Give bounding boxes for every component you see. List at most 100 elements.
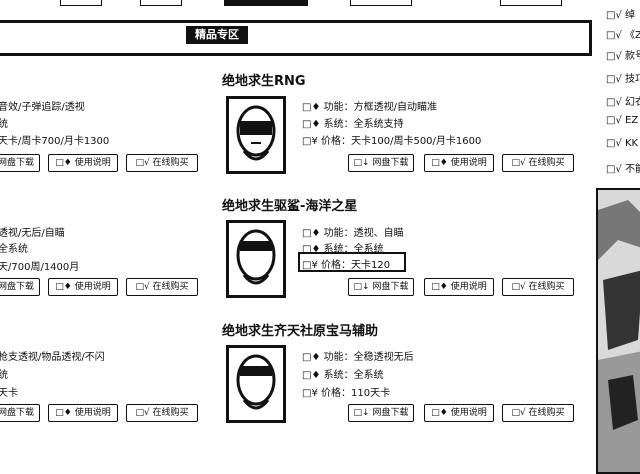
- buy-button[interactable]: □√ 在线购买: [502, 154, 574, 172]
- cart-icon: □√: [135, 408, 153, 418]
- product-title[interactable]: 绝地求生驱鲨-海洋之星: [222, 195, 357, 214]
- cart-icon: □√: [511, 282, 529, 292]
- buy-button[interactable]: □√ 在线购买: [126, 404, 198, 422]
- func-value: 透视、自瞄: [353, 228, 404, 239]
- system-icon: □♦: [302, 119, 324, 130]
- sidebar-link[interactable]: □√ EZ: [606, 115, 638, 126]
- download-button[interactable]: □↓ 网盘下载: [348, 404, 414, 422]
- buy-button[interactable]: □√ 在线购买: [502, 404, 574, 422]
- partial-system-value: 统: [0, 119, 8, 130]
- guide-icon: □♦: [431, 158, 451, 168]
- partial-button[interactable]: [500, 0, 562, 6]
- guide-button[interactable]: □♦ 使用说明: [48, 278, 118, 296]
- sidebar-link[interactable]: □√ 款号: [606, 47, 640, 62]
- sidebar-link[interactable]: □√ 技巧: [606, 70, 640, 85]
- bullet-icon: □√: [606, 51, 625, 62]
- guide-button[interactable]: □♦ 使用说明: [424, 404, 494, 422]
- guide-button[interactable]: □♦ 使用说明: [424, 154, 494, 172]
- cart-icon: □√: [135, 158, 153, 168]
- partial-button[interactable]: [60, 0, 102, 6]
- price-icon: □¥: [302, 260, 321, 271]
- sidebar-link[interactable]: □√ 绰: [606, 6, 635, 21]
- download-button[interactable]: □↓ 网盘下载: [348, 278, 414, 296]
- game-scene-image: [598, 190, 640, 472]
- product-thumbnail[interactable]: [226, 220, 286, 298]
- func-icon: □♦: [302, 228, 324, 239]
- bullet-icon: □√: [606, 97, 625, 108]
- product-title[interactable]: 绝地求生齐天社原宝马辅助: [222, 320, 378, 339]
- download-icon: □↓: [353, 158, 373, 168]
- system-value: 全系统支持: [353, 119, 404, 130]
- system-icon: □♦: [302, 370, 324, 381]
- system-label: 系统：: [323, 119, 354, 130]
- price-label: 价格：: [321, 136, 351, 147]
- cart-icon: □√: [511, 408, 529, 418]
- func-value: 方框透视/自动瞄准: [353, 102, 437, 113]
- bullet-icon: □√: [606, 30, 625, 41]
- guide-button[interactable]: □♦ 使用说明: [48, 154, 118, 172]
- system-label: 系统：: [323, 370, 354, 381]
- product-thumbnail[interactable]: [226, 345, 286, 423]
- download-button[interactable]: 网盘下载: [0, 154, 40, 172]
- func-icon: □♦: [302, 102, 324, 113]
- buy-button[interactable]: □√ 在线购买: [502, 278, 574, 296]
- func-value: 全稳透视无后: [353, 352, 414, 363]
- guide-icon: □♦: [55, 408, 75, 418]
- sidebar-link[interactable]: □√ 《Z: [606, 26, 640, 41]
- func-icon: □♦: [302, 352, 324, 363]
- price-value: 110天卡: [351, 388, 391, 399]
- bullet-icon: □√: [606, 115, 625, 126]
- sidebar-link[interactable]: □√ 幻衣: [606, 93, 640, 108]
- func-label: 功能：: [323, 102, 354, 113]
- sidebar-link[interactable]: □√ KK: [606, 138, 638, 149]
- side-advertisement-image[interactable]: [596, 188, 640, 474]
- partial-price-value: 天/700周/1400月: [0, 262, 80, 273]
- guide-icon: □♦: [431, 282, 451, 292]
- section-title: 精品专区: [186, 26, 248, 44]
- price-value: 天卡120: [351, 260, 391, 271]
- bullet-icon: □√: [606, 164, 625, 175]
- helmet-avatar-icon: [236, 105, 276, 161]
- guide-button[interactable]: □♦ 使用说明: [48, 404, 118, 422]
- system-value: 全系统: [353, 370, 384, 381]
- partial-func-value: 音效/子弹追踪/透视: [0, 102, 85, 113]
- download-button[interactable]: □↓ 网盘下载: [348, 154, 414, 172]
- buy-button[interactable]: □√ 在线购买: [126, 154, 198, 172]
- partial-system-value: 统: [0, 370, 8, 381]
- download-button[interactable]: 网盘下载: [0, 404, 40, 422]
- product-thumbnail[interactable]: [226, 96, 286, 174]
- guide-icon: □♦: [431, 408, 451, 418]
- buy-button[interactable]: □√ 在线购买: [126, 278, 198, 296]
- guide-icon: □♦: [55, 282, 75, 292]
- price-icon: □¥: [302, 388, 321, 399]
- top-tab-fragment: [224, 0, 308, 6]
- partial-button[interactable]: [140, 0, 182, 6]
- partial-func-value: 枪支透视/物品透视/不闪: [0, 352, 105, 363]
- helmet-avatar-icon: [236, 354, 276, 410]
- guide-button[interactable]: □♦ 使用说明: [424, 278, 494, 296]
- func-label: 功能：: [323, 352, 354, 363]
- guide-icon: □♦: [55, 158, 75, 168]
- product-title[interactable]: 绝地求生RNG: [222, 70, 306, 89]
- price-label: 价格：: [321, 388, 351, 399]
- bullet-icon: □√: [606, 10, 625, 21]
- partial-price-value: 天卡/周卡700/月卡1300: [0, 136, 110, 147]
- price-label: 价格：: [321, 260, 351, 271]
- price-value: 天卡100/周卡500/月卡1600: [351, 136, 482, 147]
- helmet-avatar-icon: [236, 229, 276, 285]
- bullet-icon: □√: [606, 74, 625, 85]
- func-label: 功能：: [323, 228, 354, 239]
- partial-system-value: 全系统: [0, 244, 28, 255]
- download-button[interactable]: 网盘下载: [0, 278, 40, 296]
- partial-price-value: 天卡: [0, 388, 18, 399]
- partial-button[interactable]: [350, 0, 412, 6]
- sidebar-link[interactable]: □√ 不能: [606, 160, 640, 175]
- download-icon: □↓: [353, 282, 373, 292]
- cart-icon: □√: [511, 158, 529, 168]
- partial-func-value: 透视/无后/自瞄: [0, 228, 65, 239]
- price-icon: □¥: [302, 136, 321, 147]
- download-icon: □↓: [353, 408, 373, 418]
- bullet-icon: □√: [606, 138, 625, 149]
- cart-icon: □√: [135, 282, 153, 292]
- section-banner: [0, 20, 592, 56]
